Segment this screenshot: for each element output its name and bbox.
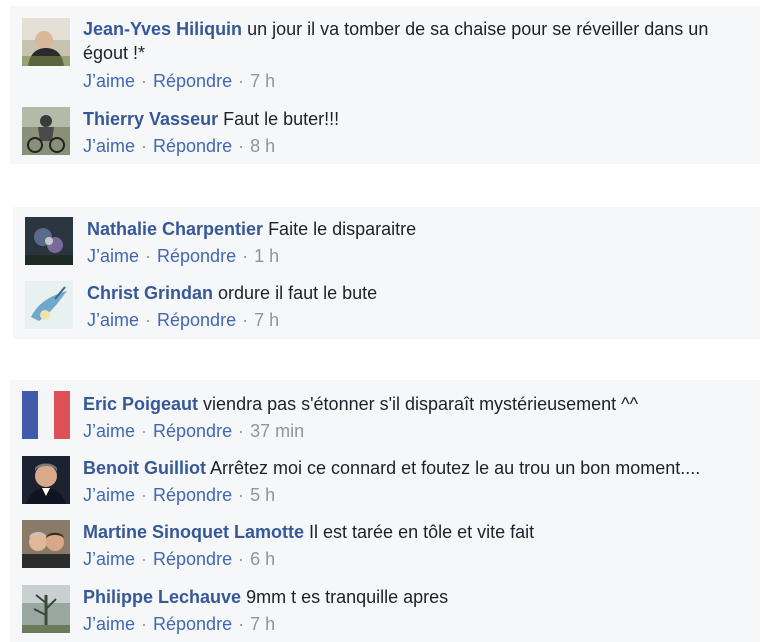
separator: ·: [145, 310, 152, 330]
comment-group: Jean-Yves Hiliquin un jour il va tomber …: [10, 6, 760, 164]
comment-group: Nathalie Charpentier Faite le disparaitr…: [13, 207, 760, 339]
comment-actions: J’aime · Répondre · 37 min: [83, 419, 304, 443]
flower-avatar[interactable]: [25, 217, 73, 265]
separator: ·: [141, 549, 148, 569]
comment-body: Eric Poigeaut viendra pas s'étonner s'il…: [83, 392, 743, 416]
separator: ·: [238, 485, 245, 505]
like-link[interactable]: J’aime: [83, 421, 135, 441]
comment-author-link[interactable]: Thierry Vasseur: [83, 109, 218, 129]
separator: ·: [238, 614, 245, 634]
comment-timestamp[interactable]: 6 h: [250, 549, 275, 569]
like-link[interactable]: J’aime: [87, 246, 139, 266]
separator: ·: [141, 421, 148, 441]
couple-avatar[interactable]: [22, 520, 70, 568]
comment-body: Jean-Yves Hiliquin un jour il va tomber …: [83, 17, 743, 65]
comment-text: ordure il faut le bute: [218, 283, 378, 303]
separator: ·: [238, 136, 245, 156]
comment-body: Thierry Vasseur Faut le buter!!!: [83, 107, 743, 131]
separator: ·: [242, 246, 249, 266]
comment-text: viendra pas s'étonner s'il disparaît mys…: [203, 394, 639, 414]
separator: ·: [238, 421, 245, 441]
comment-author-link[interactable]: Philippe Lechauve: [83, 587, 241, 607]
comment-body: Nathalie Charpentier Faite le disparaitr…: [87, 217, 747, 241]
separator: ·: [238, 549, 245, 569]
comment-actions: J’aime · Répondre · 1 h: [87, 244, 279, 268]
reply-link[interactable]: Répondre: [153, 485, 232, 505]
comment-author-link[interactable]: Benoit Guilliot: [83, 458, 206, 478]
reply-link[interactable]: Répondre: [153, 71, 232, 91]
comment-actions: J’aime · Répondre · 6 h: [83, 547, 275, 571]
comment-actions: J’aime · Répondre · 8 h: [83, 134, 275, 158]
like-link[interactable]: J’aime: [83, 549, 135, 569]
like-link[interactable]: J’aime: [83, 71, 135, 91]
reply-link[interactable]: Répondre: [157, 310, 236, 330]
comment-body: Christ Grindan ordure il faut le bute: [87, 281, 747, 305]
like-link[interactable]: J’aime: [83, 485, 135, 505]
comment-timestamp[interactable]: 1 h: [254, 246, 279, 266]
separator: ·: [141, 136, 148, 156]
comment-timestamp[interactable]: 7 h: [250, 614, 275, 634]
reply-link[interactable]: Répondre: [153, 421, 232, 441]
comment-timestamp[interactable]: 5 h: [250, 485, 275, 505]
like-link[interactable]: J’aime: [83, 136, 135, 156]
comment-author-link[interactable]: Jean-Yves Hiliquin: [83, 19, 242, 39]
landscape-avatar[interactable]: [22, 585, 70, 633]
comment-body: Martine Sinoquet Lamotte Il est tarée en…: [83, 520, 743, 544]
comment-group: Eric Poigeaut viendra pas s'étonner s'il…: [10, 380, 760, 642]
separator: ·: [141, 614, 148, 634]
comment-body: Philippe Lechauve 9mm t es tranquille ap…: [83, 585, 743, 609]
comment-author-link[interactable]: Eric Poigeaut: [83, 394, 198, 414]
separator: ·: [141, 485, 148, 505]
comment-timestamp[interactable]: 8 h: [250, 136, 275, 156]
comment-actions: J’aime · Répondre · 7 h: [83, 69, 275, 93]
reply-link[interactable]: Répondre: [153, 549, 232, 569]
comment-text: Arrêtez moi ce connard et foutez le au t…: [210, 458, 701, 478]
separator: ·: [145, 246, 152, 266]
separator: ·: [141, 71, 148, 91]
portrait-avatar[interactable]: [22, 456, 70, 504]
comment-author-link[interactable]: Christ Grindan: [87, 283, 213, 303]
french-flag-avatar[interactable]: [22, 391, 70, 439]
separator: ·: [242, 310, 249, 330]
comment-actions: J’aime · Répondre · 5 h: [83, 483, 275, 507]
comment-timestamp[interactable]: 7 h: [254, 310, 279, 330]
comment-author-link[interactable]: Martine Sinoquet Lamotte: [83, 522, 304, 542]
person-avatar[interactable]: [22, 18, 70, 66]
reply-link[interactable]: Répondre: [153, 136, 232, 156]
bird-avatar[interactable]: [25, 281, 73, 329]
comment-text: Faite le disparaitre: [268, 219, 417, 239]
comment-timestamp[interactable]: 7 h: [250, 71, 275, 91]
comment-text: Faut le buter!!!: [223, 109, 340, 129]
comment-timestamp[interactable]: 37 min: [250, 421, 304, 441]
reply-link[interactable]: Répondre: [157, 246, 236, 266]
like-link[interactable]: J’aime: [87, 310, 139, 330]
comment-body: Benoit Guilliot Arrêtez moi ce connard e…: [83, 456, 743, 480]
comment-actions: J’aime · Répondre · 7 h: [87, 308, 279, 332]
comment-text: Il est tarée en tôle et vite fait: [309, 522, 535, 542]
like-link[interactable]: J’aime: [83, 614, 135, 634]
cyclist-avatar[interactable]: [22, 107, 70, 155]
reply-link[interactable]: Répondre: [153, 614, 232, 634]
comment-text: 9mm t es tranquille apres: [246, 587, 449, 607]
comment-actions: J’aime · Répondre · 7 h: [83, 612, 275, 636]
comment-author-link[interactable]: Nathalie Charpentier: [87, 219, 263, 239]
separator: ·: [238, 71, 245, 91]
